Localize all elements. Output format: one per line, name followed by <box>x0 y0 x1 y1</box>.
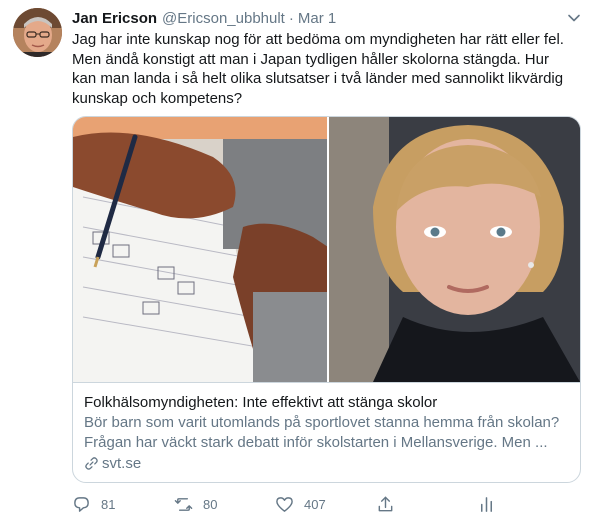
avatar[interactable] <box>13 8 62 57</box>
card-description: Bör barn som varit utomlands på sportlov… <box>84 414 560 451</box>
author-handle[interactable]: @Ericson_ubbhult <box>162 10 285 27</box>
reply-count: 81 <box>101 496 116 512</box>
separator-dot: · <box>288 10 294 27</box>
like-count: 407 <box>304 496 326 512</box>
link-icon <box>85 457 98 470</box>
card-body: Folkhälsomyndigheten: Inte effektivt att… <box>73 382 580 482</box>
card-domain-row: svt.se <box>84 454 569 473</box>
tweet-actions: 81 80 407 <box>72 494 577 514</box>
like-icon <box>276 496 293 512</box>
analytics-icon <box>480 496 493 512</box>
retweet-count: 80 <box>203 496 218 512</box>
card-title: Folkhälsomyndigheten: Inte effektivt att… <box>84 394 438 411</box>
tweet[interactable]: Jan Ericson @Ericson_ubbhult · Mar 1 Jag… <box>0 0 589 526</box>
tweet-date[interactable]: Mar 1 <box>298 10 336 27</box>
tweet-header: Jan Ericson @Ericson_ubbhult · Mar 1 <box>72 10 336 28</box>
chevron-down-icon[interactable] <box>566 10 582 26</box>
reply-icon <box>74 496 89 512</box>
retweet-icon <box>174 497 193 511</box>
card-image <box>73 117 580 382</box>
reply-button[interactable]: 81 <box>72 494 115 514</box>
retweet-button[interactable]: 80 <box>174 494 217 514</box>
card-domain: svt.se <box>102 455 142 472</box>
link-card[interactable]: Folkhälsomyndigheten: Inte effektivt att… <box>72 116 581 483</box>
like-button[interactable]: 407 <box>275 494 326 514</box>
share-icon <box>378 496 393 511</box>
tweet-text: Jag har inte kunskap nog för att bedöma … <box>72 31 564 107</box>
analytics-button[interactable] <box>477 494 496 514</box>
author-name[interactable]: Jan Ericson <box>72 10 157 27</box>
share-button[interactable] <box>376 494 395 514</box>
